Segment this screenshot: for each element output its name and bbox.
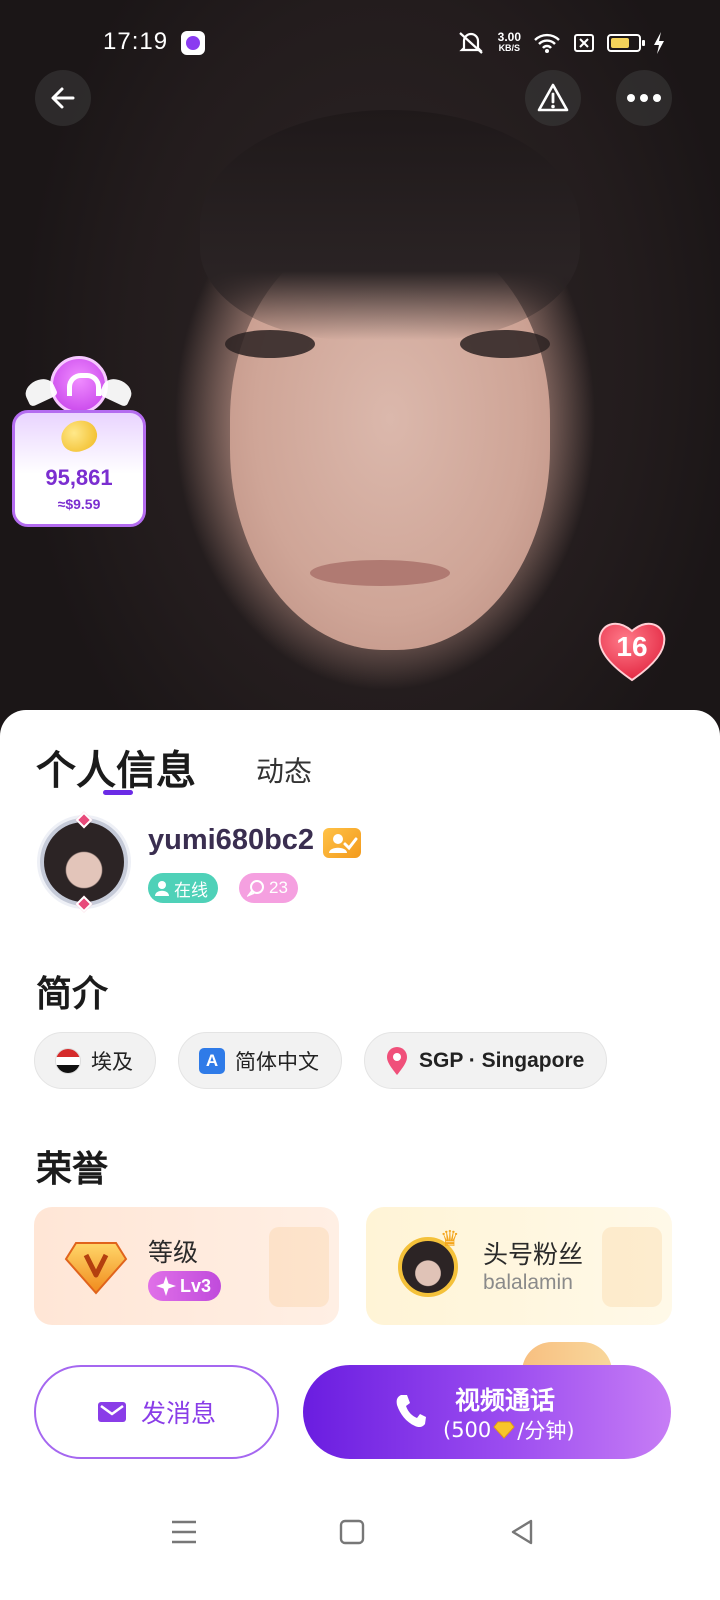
nav-back-button[interactable]: [502, 1512, 542, 1552]
send-message-label: 发消息: [140, 1399, 216, 1428]
intro-title: 简介: [36, 974, 109, 1015]
report-button[interactable]: [525, 70, 581, 126]
photo-eye-right: [460, 330, 550, 358]
net-speed: 3.00 KB/S: [497, 30, 521, 54]
level-badge: Lv3: [148, 1271, 222, 1301]
more-dots-icon: [627, 94, 661, 102]
battery-icon: [607, 34, 645, 52]
like-count: 16: [616, 631, 648, 662]
back-button[interactable]: [35, 70, 91, 126]
nav-home-button[interactable]: [332, 1512, 372, 1552]
status-time: 17:19: [103, 28, 169, 55]
chip-location-label: SGP · Singapore: [419, 1048, 585, 1072]
intro-chips: 埃及 A 简体中文 SGP · Singapore: [34, 1032, 608, 1089]
call-price-amount: (500: [443, 1418, 492, 1442]
coin-card[interactable]: 95,861 ≈$9.59: [12, 410, 146, 527]
phone-icon: [396, 1395, 426, 1428]
video-call-price: (500 /分钟): [443, 1415, 575, 1445]
level-card[interactable]: 等级 Lv3: [34, 1207, 339, 1325]
more-button[interactable]: [616, 70, 672, 126]
verified-icon: [329, 834, 358, 853]
nav-menu-button[interactable]: [164, 1512, 204, 1552]
comment-count: 23: [269, 878, 288, 897]
wifi-icon: [534, 33, 560, 53]
sim-off-icon: [574, 34, 594, 52]
chip-location: SGP · Singapore: [364, 1032, 608, 1089]
menu-icon: [172, 1520, 196, 1544]
tab-moments[interactable]: 动态: [256, 750, 312, 796]
crown-watermark-icon: [269, 1227, 329, 1307]
top-fan-card[interactable]: ♛ 头号粉丝 balalamin: [366, 1207, 672, 1325]
profile-header: yumi680bc2 在线 23: [40, 811, 680, 913]
status-bar: 17:19 3.00 KB/S: [0, 0, 720, 90]
app-notification-icon: [181, 31, 205, 55]
sparkle-icon: [156, 1276, 176, 1296]
tab-personal-info[interactable]: 个人信息: [36, 738, 196, 796]
profile-sheet: 个人信息 动态 yumi680bc2 在线 23 简介 埃及 A 简体中文 SG…: [0, 710, 720, 1600]
video-call-button[interactable]: 视频通话 (500 /分钟): [303, 1365, 671, 1459]
send-message-button[interactable]: 发消息: [34, 1365, 279, 1459]
tab-bar: 个人信息 动态: [36, 738, 312, 796]
status-icons: 3.00 KB/S: [456, 30, 665, 56]
online-status-badge: 在线: [148, 873, 218, 903]
coin-badge-icon: [50, 356, 108, 414]
video-call-label: 视频通话: [455, 1386, 556, 1415]
top-fan-label: 头号粉丝: [483, 1240, 584, 1269]
photo-eye-left: [225, 330, 315, 358]
verified-badge: [323, 828, 361, 858]
honor-title: 荣誉: [36, 1149, 109, 1190]
egypt-flag-icon: [55, 1047, 81, 1074]
online-label: 在线: [174, 880, 208, 901]
net-speed-value: 3.00: [497, 30, 521, 44]
mute-icon: [458, 32, 483, 54]
comment-icon: [247, 880, 264, 897]
coin-value: 95,861: [45, 465, 113, 490]
system-nav-bar: [0, 1490, 720, 1600]
call-price-unit: /分钟): [517, 1419, 575, 1443]
warning-icon: [537, 83, 569, 112]
chip-language-label: 简体中文: [235, 1049, 319, 1074]
user-icon: [155, 881, 169, 896]
top-fan-name: balalamin: [483, 1271, 573, 1294]
avatar[interactable]: [40, 818, 128, 906]
back-triangle-icon: [511, 1519, 533, 1545]
coin-usd-value: ≈$9.59: [57, 496, 101, 512]
crown-icon: ♛: [440, 1227, 460, 1252]
level-value: Lv3: [180, 1275, 212, 1296]
mail-icon: [97, 1402, 126, 1422]
bean-icon: [56, 415, 102, 457]
chip-country-label: 埃及: [91, 1049, 133, 1074]
diamond-icon: [493, 1421, 515, 1439]
location-pin-icon: [387, 1046, 407, 1075]
like-button[interactable]: 16: [596, 617, 668, 683]
charging-icon: [654, 32, 664, 54]
trophy-watermark-icon: [602, 1227, 662, 1307]
language-icon: A: [199, 1047, 225, 1074]
photo-mouth: [310, 560, 450, 586]
home-square-icon: [339, 1519, 365, 1545]
comment-count-badge: 23: [239, 873, 298, 903]
vip-shield-icon: [64, 1242, 128, 1295]
tab-indicator: [103, 790, 133, 795]
photo-hair: [200, 110, 580, 340]
chip-language: A 简体中文: [178, 1032, 342, 1089]
chip-country: 埃及: [34, 1032, 156, 1089]
net-speed-unit: KB/S: [498, 43, 521, 53]
username: yumi680bc2: [148, 824, 315, 856]
arrow-left-icon: [51, 87, 75, 109]
level-label: 等级: [148, 1238, 199, 1267]
